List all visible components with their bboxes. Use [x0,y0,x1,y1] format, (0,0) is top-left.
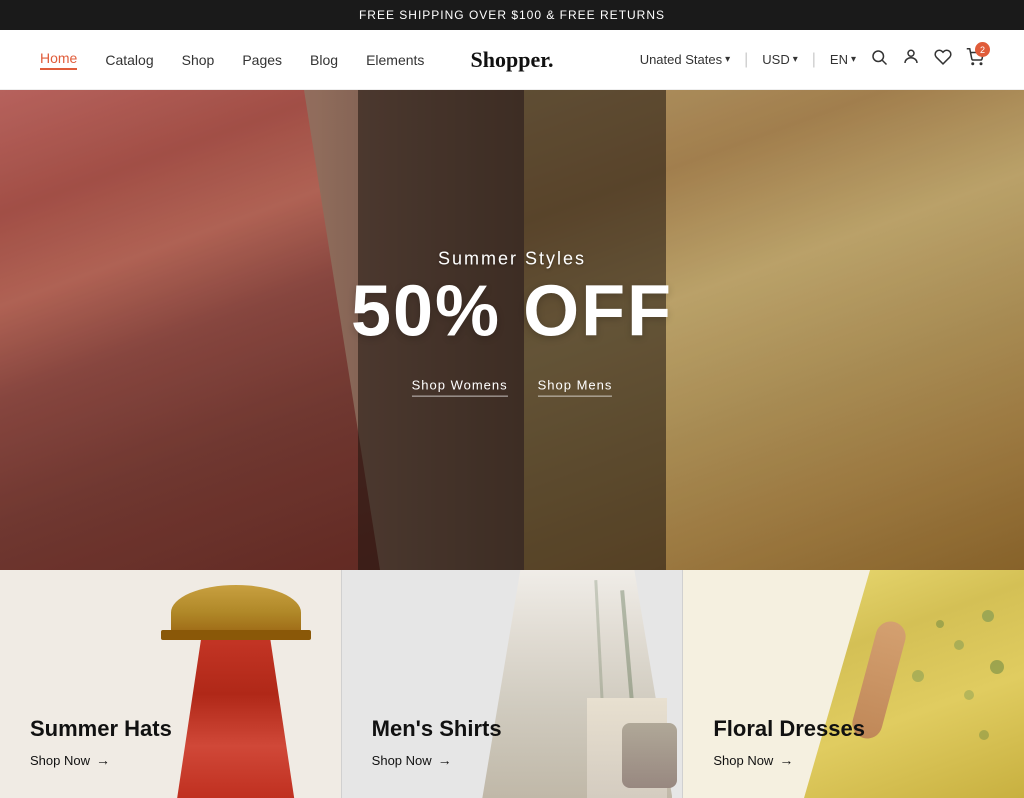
language-label: EN [830,52,848,67]
category-shirts-title: Men's Shirts [372,716,502,742]
shop-now-dresses[interactable]: Shop Now → [713,752,865,768]
hero-subtitle: Summer Styles [351,249,673,270]
category-dresses-title: Floral Dresses [713,716,865,742]
category-mens-shirts: Men's Shirts Shop Now → [341,570,684,798]
category-dresses-text: Floral Dresses Shop Now → [713,716,865,768]
wishlist-icon [934,48,952,66]
currency-selector[interactable]: USD ▾ [762,52,797,67]
nav-home[interactable]: Home [40,50,77,70]
shop-now-hats-label: Shop Now [30,753,90,768]
cart-button[interactable]: 2 [966,48,984,71]
currency-chevron: ▾ [793,54,798,65]
site-logo[interactable]: Shopper. [471,47,554,73]
shop-now-dresses-label: Shop Now [713,753,773,768]
search-icon [870,48,888,66]
main-nav: Home Catalog Shop Pages Blog Elements [40,50,424,70]
nav-blog[interactable]: Blog [310,52,338,68]
hero-section: Summer Styles 50% OFF Shop Womens Shop M… [0,90,1024,570]
hero-title: 50% OFF [351,276,673,348]
region-label: Unated States [640,52,722,67]
shop-now-shirts[interactable]: Shop Now → [372,752,502,768]
search-button[interactable] [870,48,888,71]
account-icon [902,48,920,66]
region-chevron: ▾ [725,54,730,65]
divider-1: | [744,51,748,69]
wishlist-button[interactable] [934,48,952,71]
categories-section: Summer Hats Shop Now → Men's Shirts Shop… [0,570,1024,798]
shop-now-shirts-label: Shop Now [372,753,432,768]
currency-label: USD [762,52,789,67]
category-shirts-person [472,570,682,798]
category-hats-text: Summer Hats Shop Now → [30,716,172,768]
top-banner: FREE SHIPPING OVER $100 & FREE RETURNS [0,0,1024,30]
category-hats-title: Summer Hats [30,716,172,742]
category-shirts-text: Men's Shirts Shop Now → [372,716,502,768]
divider-2: | [812,51,816,69]
region-selector[interactable]: Unated States ▾ [640,52,730,67]
hats-arrow: → [96,752,110,768]
header-actions: Unated States ▾ | USD ▾ | EN ▾ [640,48,984,71]
hero-content: Summer Styles 50% OFF Shop Womens Shop M… [351,249,673,397]
cart-count: 2 [975,42,990,57]
nav-elements[interactable]: Elements [366,52,424,68]
shirts-arrow: → [438,752,452,768]
nav-pages[interactable]: Pages [242,52,282,68]
dresses-arrow: → [779,752,793,768]
category-summer-hats: Summer Hats Shop Now → [0,570,341,798]
header: Home Catalog Shop Pages Blog Elements Sh… [0,30,1024,90]
nav-shop[interactable]: Shop [182,52,215,68]
shop-now-hats[interactable]: Shop Now → [30,752,172,768]
language-selector[interactable]: EN ▾ [830,52,856,67]
shop-mens-button[interactable]: Shop Mens [538,378,613,397]
category-floral-dresses: Floral Dresses Shop Now → [683,570,1024,798]
nav-catalog[interactable]: Catalog [105,52,153,68]
shop-womens-button[interactable]: Shop Womens [412,378,508,397]
account-button[interactable] [902,48,920,71]
language-chevron: ▾ [851,54,856,65]
hero-buttons: Shop Womens Shop Mens [351,378,673,397]
banner-text: FREE SHIPPING OVER $100 & FREE RETURNS [359,8,665,22]
